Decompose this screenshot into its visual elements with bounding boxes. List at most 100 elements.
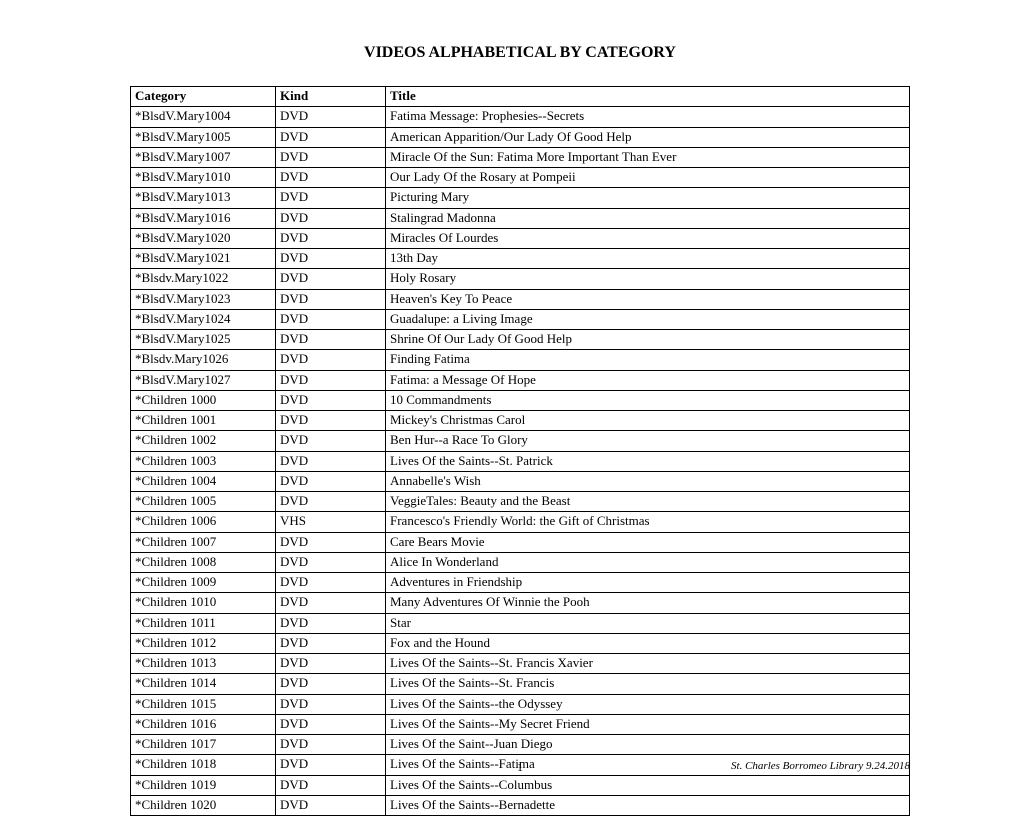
cell-kind: DVD [276,309,386,329]
cell-title: Picturing Mary [386,188,910,208]
table-row: *Children 1009DVDAdventures in Friendshi… [131,573,910,593]
table-row: *Children 1003DVDLives Of the Saints--St… [131,451,910,471]
cell-title: American Apparition/Our Lady Of Good Hel… [386,127,910,147]
cell-category: *Children 1003 [131,451,276,471]
cell-category: *BlsdV.Mary1025 [131,330,276,350]
cell-category: *Children 1011 [131,613,276,633]
cell-title: Adventures in Friendship [386,573,910,593]
cell-title: Ben Hur--a Race To Glory [386,431,910,451]
cell-kind: DVD [276,107,386,127]
cell-category: *BlsdV.Mary1027 [131,370,276,390]
page: VIDEOS ALPHABETICAL BY CATEGORY Category… [0,0,1020,788]
cell-title: 13th Day [386,249,910,269]
table-row: *BlsdV.Mary1004DVDFatima Message: Prophe… [131,107,910,127]
cell-kind: DVD [276,269,386,289]
cell-title: Lives Of the Saints--My Secret Friend [386,714,910,734]
cell-kind: DVD [276,613,386,633]
cell-category: *Children 1008 [131,552,276,572]
cell-title: Fatima Message: Prophesies--Secrets [386,107,910,127]
cell-kind: DVD [276,775,386,795]
table-row: *Children 1019DVDLives Of the Saints--Co… [131,775,910,795]
cell-category: *BlsdV.Mary1010 [131,168,276,188]
cell-title: VeggieTales: Beauty and the Beast [386,492,910,512]
cell-title: Lives Of the Saints--St. Patrick [386,451,910,471]
cell-title: Fox and the Hound [386,633,910,653]
table-row: *BlsdV.Mary1025DVDShrine Of Our Lady Of … [131,330,910,350]
cell-category: *BlsdV.Mary1007 [131,147,276,167]
cell-category: *Children 1002 [131,431,276,451]
cell-kind: DVD [276,593,386,613]
cell-category: *BlsdV.Mary1020 [131,228,276,248]
cell-kind: DVD [276,208,386,228]
cell-category: *BlsdV.Mary1005 [131,127,276,147]
cell-kind: DVD [276,471,386,491]
col-header-title: Title [386,87,910,107]
cell-category: *Blsdv.Mary1022 [131,269,276,289]
cell-kind: DVD [276,390,386,410]
table-row: *Blsdv.Mary1022DVDHoly Rosary [131,269,910,289]
cell-category: *Children 1006 [131,512,276,532]
table-row: *BlsdV.Mary1013DVDPicturing Mary [131,188,910,208]
cell-title: Stalingrad Madonna [386,208,910,228]
cell-kind: DVD [276,330,386,350]
cell-title: Alice In Wonderland [386,552,910,572]
table-row: *Children 1007DVDCare Bears Movie [131,532,910,552]
col-header-category: Category [131,87,276,107]
cell-title: Many Adventures Of Winnie the Pooh [386,593,910,613]
cell-kind: DVD [276,552,386,572]
table-row: *Children 1014DVDLives Of the Saints--St… [131,674,910,694]
cell-kind: DVD [276,795,386,815]
table-row: *BlsdV.Mary1010DVDOur Lady Of the Rosary… [131,168,910,188]
table-row: *Children 1005DVDVeggieTales: Beauty and… [131,492,910,512]
cell-kind: DVD [276,573,386,593]
cell-category: *Children 1020 [131,795,276,815]
table-row: *Children 1012DVDFox and the Hound [131,633,910,653]
cell-kind: DVD [276,694,386,714]
cell-category: *Children 1013 [131,654,276,674]
table-row: *Children 1010DVDMany Adventures Of Winn… [131,593,910,613]
cell-category: *Children 1000 [131,390,276,410]
cell-category: *BlsdV.Mary1016 [131,208,276,228]
cell-kind: DVD [276,168,386,188]
cell-category: *Children 1007 [131,532,276,552]
cell-category: *Children 1019 [131,775,276,795]
table-row: *Children 1002DVDBen Hur--a Race To Glor… [131,431,910,451]
cell-kind: DVD [276,755,386,775]
cell-kind: DVD [276,451,386,471]
table-row: *BlsdV.Mary1020DVDMiracles Of Lourdes [131,228,910,248]
footnote: St. Charles Borromeo Library 9.24.2018 [731,760,910,772]
cell-title: Our Lady Of the Rosary at Pompeii [386,168,910,188]
cell-category: *Children 1016 [131,714,276,734]
cell-title: Heaven's Key To Peace [386,289,910,309]
cell-category: *BlsdV.Mary1023 [131,289,276,309]
table-row: *BlsdV.Mary1016DVDStalingrad Madonna [131,208,910,228]
table-row: *Children 1013DVDLives Of the Saints--St… [131,654,910,674]
table-row: *BlsdV.Mary1024DVDGuadalupe: a Living Im… [131,309,910,329]
cell-title: Lives Of the Saints--Bernadette [386,795,910,815]
cell-title: Annabelle's Wish [386,471,910,491]
cell-category: *Children 1004 [131,471,276,491]
cell-kind: VHS [276,512,386,532]
cell-title: Miracle Of the Sun: Fatima More Importan… [386,147,910,167]
cell-category: *Children 1001 [131,411,276,431]
cell-kind: DVD [276,532,386,552]
cell-title: Finding Fatima [386,350,910,370]
cell-title: Lives Of the Saints--Columbus [386,775,910,795]
cell-kind: DVD [276,147,386,167]
cell-category: *Children 1012 [131,633,276,653]
cell-kind: DVD [276,249,386,269]
cell-title: Lives Of the Saints--St. Francis [386,674,910,694]
table-row: *Blsdv.Mary1026DVDFinding Fatima [131,350,910,370]
cell-title: Holy Rosary [386,269,910,289]
cell-title: Fatima: a Message Of Hope [386,370,910,390]
cell-title: Mickey's Christmas Carol [386,411,910,431]
cell-title: Lives Of the Saint--Juan Diego [386,735,910,755]
page-title: VIDEOS ALPHABETICAL BY CATEGORY [130,44,910,62]
col-header-kind: Kind [276,87,386,107]
cell-kind: DVD [276,714,386,734]
cell-kind: DVD [276,188,386,208]
cell-title: Francesco's Friendly World: the Gift of … [386,512,910,532]
table-row: *BlsdV.Mary1005DVDAmerican Apparition/Ou… [131,127,910,147]
cell-category: *Children 1005 [131,492,276,512]
videos-table: Category Kind Title *BlsdV.Mary1004DVDFa… [130,86,910,816]
